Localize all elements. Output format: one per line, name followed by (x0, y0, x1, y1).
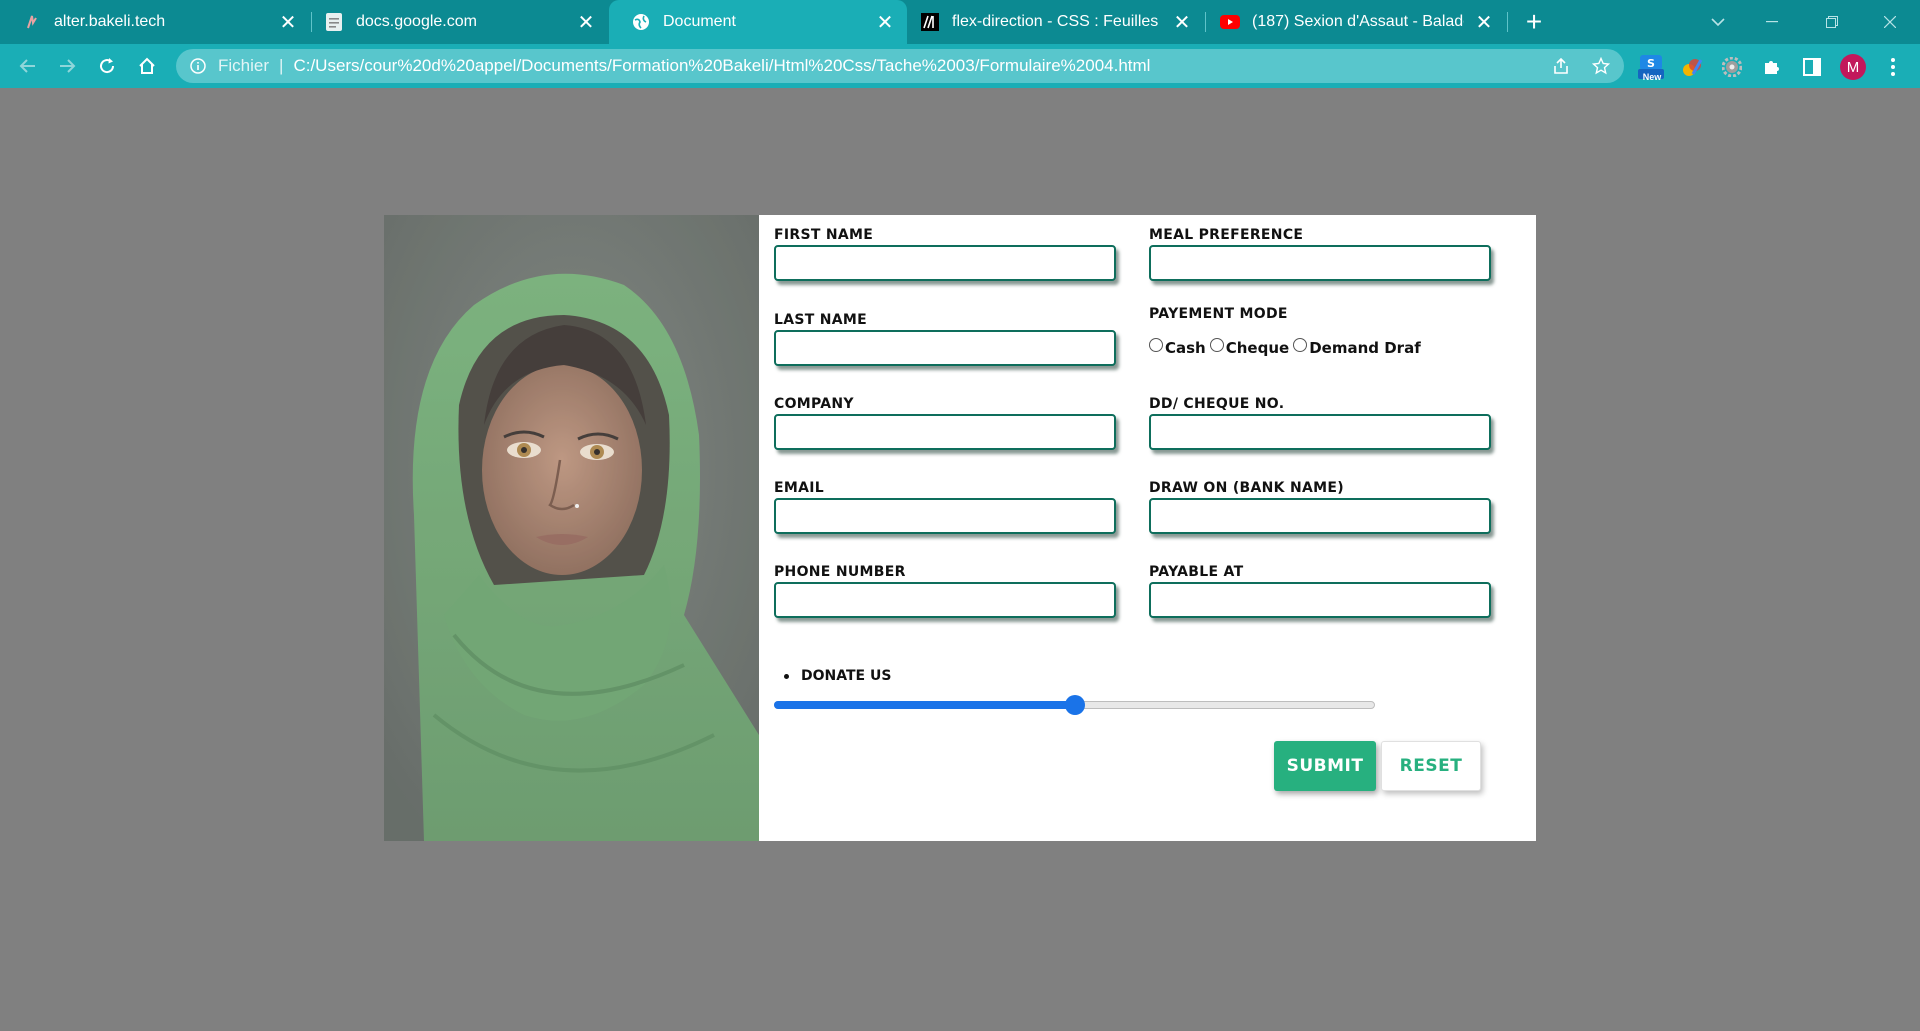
side-panel-icon[interactable] (1799, 54, 1825, 80)
payable-at-input[interactable] (1149, 582, 1491, 618)
tab-title: (187) Sexion d'Assaut - Balader ( (1252, 13, 1464, 30)
demand-draft-radio[interactable] (1293, 338, 1308, 352)
payment-mode-options: Cash Cheque Demand Draf (1149, 338, 1425, 357)
reset-button[interactable]: RESET (1381, 741, 1481, 791)
cash-radio[interactable] (1149, 338, 1163, 352)
profile-avatar[interactable]: M (1840, 54, 1866, 80)
company-label: COMPANY (774, 396, 854, 412)
minimize-icon[interactable] (1742, 0, 1802, 44)
phone-number-label: PHONE NUMBER (774, 564, 906, 580)
extension-badge: New (1642, 72, 1662, 82)
bank-name-input[interactable] (1149, 498, 1491, 534)
cheque-radio-label: Cheque (1225, 339, 1290, 357)
tab-divider (1507, 12, 1508, 32)
new-tab-button[interactable]: + (1518, 6, 1550, 38)
share-icon[interactable] (1548, 53, 1574, 79)
tab-bakeli[interactable]: alter.bakeli.tech ✕ (0, 0, 310, 44)
home-icon[interactable] (131, 50, 163, 82)
first-name-input[interactable] (774, 245, 1116, 281)
tab-title: alter.bakeli.tech (54, 13, 166, 30)
tab-youtube[interactable]: (187) Sexion d'Assaut - Balader ( ✕ (1206, 0, 1506, 44)
phone-number-input[interactable] (774, 582, 1116, 618)
company-input[interactable] (774, 414, 1116, 450)
cash-radio-label: Cash (1165, 339, 1206, 357)
tab-title: docs.google.com (356, 13, 477, 30)
url-text: C:/Users/cour%20d%20appel/Documents/Form… (293, 56, 1151, 75)
bookmark-star-icon[interactable] (1588, 53, 1614, 79)
svg-text:S: S (1647, 57, 1655, 70)
last-name-input[interactable] (774, 330, 1116, 366)
submit-button[interactable]: SUBMIT (1274, 741, 1376, 791)
bakeli-favicon-icon (22, 12, 42, 32)
portrait-image (384, 215, 759, 841)
cheque-radio[interactable] (1209, 338, 1224, 352)
gear-extension-icon[interactable] (1719, 54, 1745, 80)
url-scheme: Fichier (218, 56, 270, 75)
payable-at-label: PAYABLE AT (1149, 564, 1244, 580)
email-label: EMAIL (774, 480, 824, 496)
close-window-icon[interactable] (1860, 0, 1920, 44)
tab-strip: alter.bakeli.tech ✕ docs.google.com ✕ Do… (0, 0, 1920, 44)
cheque-number-input[interactable] (1149, 414, 1491, 450)
close-icon[interactable]: ✕ (1170, 10, 1194, 34)
meal-preference-label: MEAL PREFERENCE (1149, 227, 1304, 243)
tab-title: Document (663, 13, 736, 30)
browser-toolbar: Fichier | C:/Users/cour%20d%20appel/Docu… (0, 44, 1920, 88)
menu-kebab-icon[interactable] (1880, 54, 1906, 80)
mdn-favicon-icon (920, 12, 940, 32)
donate-label: DONATE US (774, 668, 891, 684)
donate-slider[interactable] (774, 695, 1375, 715)
slider-fill (774, 701, 1075, 709)
reload-icon[interactable] (91, 50, 123, 82)
color-picker-extension-icon[interactable] (1679, 54, 1705, 80)
tab-document[interactable]: Document ✕ (609, 0, 907, 44)
back-icon[interactable] (12, 50, 44, 82)
youtube-favicon-icon (1220, 12, 1240, 32)
slider-thumb[interactable] (1064, 695, 1085, 715)
tab-search-icon[interactable] (1688, 0, 1748, 44)
close-icon[interactable]: ✕ (574, 10, 598, 34)
restore-icon[interactable] (1802, 0, 1862, 44)
tab-title: flex-direction - CSS : Feuilles de s (952, 13, 1162, 30)
address-bar[interactable]: Fichier | C:/Users/cour%20d%20appel/Docu… (176, 49, 1624, 83)
close-icon[interactable]: ✕ (1472, 10, 1496, 34)
docs-favicon-icon (324, 12, 344, 32)
tab-mdn-flex-direction[interactable]: flex-direction - CSS : Feuilles de s ✕ (908, 0, 1204, 44)
bank-name-label: DRAW ON (BANK NAME) (1149, 480, 1344, 496)
payment-mode-label: PAYEMENT MODE (1149, 306, 1288, 322)
meal-preference-input[interactable] (1149, 245, 1491, 281)
tab-google-docs[interactable]: docs.google.com ✕ (312, 0, 608, 44)
close-icon[interactable]: ✕ (276, 10, 300, 34)
last-name-label: LAST NAME (774, 312, 868, 328)
first-name-label: FIRST NAME (774, 227, 874, 243)
donate-label-text: DONATE US (801, 668, 892, 684)
forward-icon[interactable] (51, 50, 83, 82)
bullet-icon (784, 673, 789, 679)
demand-draft-radio-label: Demand Draf (1309, 339, 1421, 357)
cheque-number-label: DD/ CHEQUE NO. (1149, 396, 1285, 412)
globe-icon (631, 12, 651, 32)
email-input[interactable] (774, 498, 1116, 534)
url-separator: | (279, 56, 284, 75)
info-icon[interactable] (188, 56, 208, 76)
close-icon[interactable]: ✕ (873, 10, 897, 34)
puzzle-extensions-icon[interactable] (1759, 54, 1785, 80)
